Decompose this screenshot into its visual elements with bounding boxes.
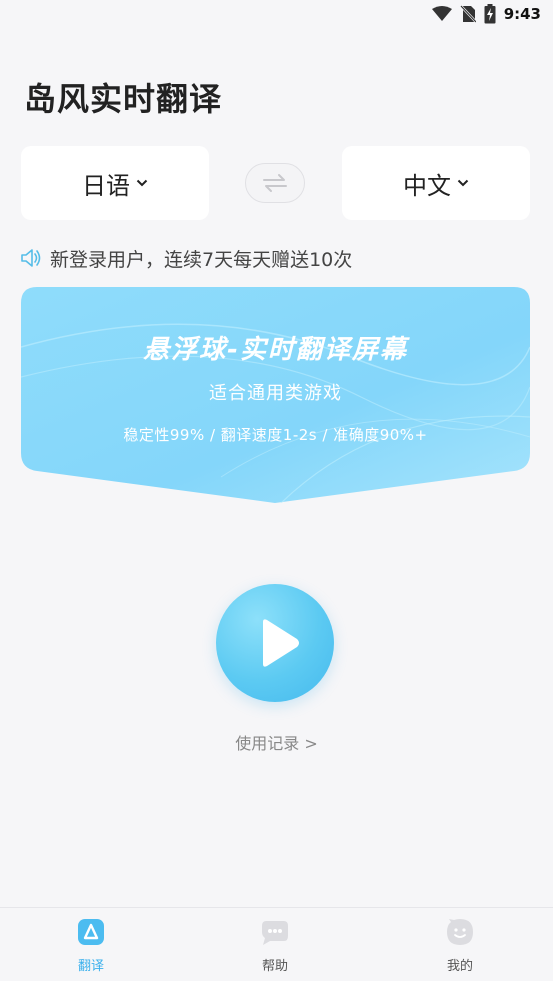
swap-languages-button[interactable] <box>245 163 305 203</box>
swap-arrows-icon <box>263 174 287 192</box>
promo-notice-text: 新登录用户，连续7天每天赠送10次 <box>50 248 353 271</box>
target-language-label: 中文 <box>403 171 451 200</box>
chevron-down-icon <box>136 179 148 187</box>
chevron-down-icon <box>457 179 469 187</box>
tab-help[interactable]: 帮助 <box>215 908 335 981</box>
wifi-icon <box>431 6 452 21</box>
banner-subtitle: 适合通用类游戏 <box>209 383 342 404</box>
source-language-label: 日语 <box>82 171 130 200</box>
play-icon <box>263 619 299 667</box>
tab-help-label: 帮助 <box>261 959 288 974</box>
tab-translate-label: 翻译 <box>77 959 104 974</box>
no-sim-icon <box>459 5 476 23</box>
translate-tab-icon <box>78 919 104 945</box>
battery-charging-icon <box>484 4 496 24</box>
usage-history-link[interactable]: 使用记录 > <box>0 730 553 754</box>
app-title: 岛风实时翻译 <box>24 80 223 118</box>
status-bar: 9:43 <box>0 0 553 28</box>
tab-mine[interactable]: 我的 <box>400 908 520 981</box>
smiley-face-icon <box>447 919 473 945</box>
target-language-select[interactable]: 中文 <box>342 146 530 220</box>
status-icons: 9:43 <box>431 4 541 24</box>
promo-notice: 新登录用户，连续7天每天赠送10次 <box>20 244 352 272</box>
chat-bubble-icon <box>262 921 288 945</box>
banner-title: 悬浮球-实时翻译屏幕 <box>143 335 408 365</box>
bottom-tab-bar: 翻译 帮助 我的 <box>0 907 553 980</box>
speaker-icon <box>21 249 41 267</box>
source-language-select[interactable]: 日语 <box>21 146 209 220</box>
start-translation-button[interactable] <box>216 584 334 702</box>
banner-stats: 稳定性99% / 翻译速度1-2s / 准确度90%+ <box>123 426 428 444</box>
floating-ball-banner[interactable]: 悬浮球-实时翻译屏幕 适合通用类游戏 稳定性99% / 翻译速度1-2s / 准… <box>21 287 530 503</box>
tab-translate[interactable]: 翻译 <box>31 908 151 981</box>
tab-mine-label: 我的 <box>446 959 473 974</box>
status-time: 9:43 <box>503 5 541 23</box>
